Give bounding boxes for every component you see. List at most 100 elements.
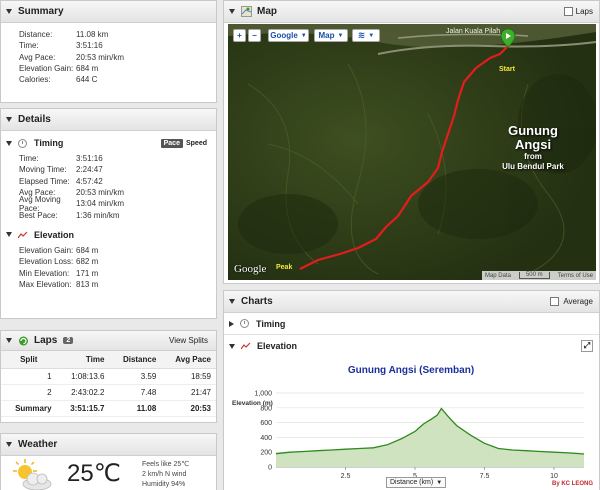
collapse-icon[interactable] xyxy=(6,442,12,447)
map-canvas[interactable]: + − Google ▼ Map ▼ ≋ ▼ Jalan Kuala Pilah… xyxy=(228,24,596,280)
charts-header[interactable]: Charts Average xyxy=(224,291,599,313)
zoom-out-button[interactable]: − xyxy=(248,29,261,42)
column-header[interactable]: Avg Pace xyxy=(161,351,216,369)
laps-checkbox-label: Laps xyxy=(575,7,593,16)
terms-link[interactable]: Terms of Use xyxy=(558,273,593,279)
average-toggle[interactable]: Average xyxy=(550,297,593,306)
laps-count-badge: 2 xyxy=(63,337,74,344)
map-data-link[interactable]: Map Data xyxy=(485,273,511,279)
map-scale: 500 m xyxy=(518,272,550,279)
expand-chart-icon[interactable]: ⤢ xyxy=(581,340,593,352)
collapse-icon[interactable] xyxy=(6,9,12,14)
summary-row: Distance: 11.08 km xyxy=(19,30,109,40)
y-tick-label: 600 xyxy=(260,420,272,427)
laps-header[interactable]: Laps 2 View Splits xyxy=(1,331,216,351)
collapse-icon[interactable] xyxy=(6,140,12,146)
table-cell: Summary xyxy=(1,400,57,417)
collapse-icon[interactable] xyxy=(229,9,235,14)
laps-toggle[interactable]: Laps xyxy=(563,7,593,16)
temperature-value: 25℃ xyxy=(67,460,121,487)
collapse-icon[interactable] xyxy=(229,343,235,349)
elevation-chart-row[interactable]: Elevation ⤢ xyxy=(224,335,599,357)
column-header[interactable]: Split xyxy=(1,351,57,369)
start-label: Start xyxy=(499,66,515,73)
charts-panel: Charts Average Timing Elevation ⤢ Gunung… xyxy=(223,290,600,490)
summary-row: Elevation Gain: 684 m xyxy=(19,64,99,74)
chart-title: Gunung Angsi (Seremban) xyxy=(348,365,474,376)
clock-icon xyxy=(18,138,27,148)
map-title: Map xyxy=(257,6,277,17)
pace-speed-toggle: Pace Speed xyxy=(160,138,210,148)
summary-row: Calories: 644 C xyxy=(19,75,98,85)
elevation-subheader[interactable]: Elevation xyxy=(1,227,216,243)
details-header[interactable]: Details xyxy=(1,109,216,131)
elevation-chart: Gunung Angsi (Seremban)02004006008001,00… xyxy=(232,365,585,480)
x-axis-select-label: Distance (km) xyxy=(390,479,434,486)
timing-row: Elapsed Time: 4:57:42 xyxy=(19,176,103,186)
laps-header-row: Split Time Distance Avg Pace xyxy=(1,351,216,369)
laps-icon xyxy=(19,336,28,345)
table-cell: 3:51:15.7 xyxy=(56,400,110,417)
chevron-down-icon: ▼ xyxy=(337,32,344,39)
map-header[interactable]: Map Laps xyxy=(224,1,599,23)
weather-details: Feels like 25℃ 2 km/h N wind Humidity 94… xyxy=(142,460,189,490)
weather-panel: Weather 25℃ Feels like 25℃ 2 km/h N wind… xyxy=(0,433,217,490)
average-checkbox[interactable] xyxy=(550,297,560,306)
elevation-row: Elevation Gain: 684 m xyxy=(19,245,99,255)
timing-subheader[interactable]: Timing Pace Speed xyxy=(1,135,216,151)
column-header[interactable]: Distance xyxy=(109,351,162,369)
table-cell: 2:43:02.2 xyxy=(56,384,110,401)
laps-panel: Laps 2 View Splits Split Time Distance A… xyxy=(0,330,217,423)
elevation-list: Elevation Gain: 684 m Elevation Loss: 682 … xyxy=(1,243,216,290)
map-type-dropdown[interactable]: Map ▼ xyxy=(314,29,348,42)
layers-icon: ≋ xyxy=(357,30,366,40)
timing-list: Time: 3:51:16 Moving Time: 2:24:47 Elapsed… xyxy=(1,151,216,221)
table-cell: 21:47 xyxy=(161,384,216,401)
chevron-down-icon: ▼ xyxy=(368,32,375,39)
collapse-icon[interactable] xyxy=(6,117,12,122)
map-layers-dropdown[interactable]: ≋ ▼ xyxy=(352,29,380,42)
laps-title: Laps xyxy=(34,335,58,346)
table-row[interactable]: 2 2:43:02.2 7.48 21:47 xyxy=(1,384,216,401)
peak-label: Peak xyxy=(276,264,293,271)
table-cell: 2 xyxy=(1,384,57,401)
map-provider-dropdown[interactable]: Google ▼ xyxy=(268,29,309,42)
start-marker-icon[interactable] xyxy=(500,28,516,48)
y-tick-label: 400 xyxy=(260,435,272,442)
summary-row: Avg Pace: 20:53 min/km xyxy=(19,52,125,62)
collapse-icon[interactable] xyxy=(6,338,12,343)
pace-toggle-button[interactable]: Pace xyxy=(160,138,183,148)
summary-row: Time: 3:51:16 xyxy=(19,41,103,51)
laps-checkbox[interactable] xyxy=(563,7,573,16)
table-cell: 20:53 xyxy=(161,400,216,417)
collapse-icon[interactable] xyxy=(229,299,235,304)
y-tick-label: 200 xyxy=(260,450,272,457)
speed-toggle-button[interactable]: Speed xyxy=(183,139,210,148)
timing-chart-row[interactable]: Timing xyxy=(224,313,599,335)
map-type-label: Map xyxy=(318,31,335,40)
laps-table: Split Time Distance Avg Pace 1 1:08:13.6… xyxy=(1,351,216,417)
expand-icon[interactable] xyxy=(229,320,234,327)
x-axis-select[interactable]: Distance (km) ▼ xyxy=(386,477,447,488)
timing-row: Time: 3:51:16 xyxy=(19,154,103,164)
table-cell: 11.08 xyxy=(109,400,162,417)
map-provider-label: Google xyxy=(270,31,298,40)
annotation-line: Angsi xyxy=(514,137,552,152)
column-header[interactable]: Time xyxy=(56,351,110,369)
table-cell: 7.48 xyxy=(109,384,162,401)
details-title: Details xyxy=(18,114,51,125)
elevation-title: Elevation xyxy=(34,229,75,240)
zoom-in-button[interactable]: + xyxy=(233,29,246,42)
collapse-icon[interactable] xyxy=(6,232,12,238)
table-cell: 1 xyxy=(1,368,57,385)
chevron-down-icon: ▼ xyxy=(436,479,443,486)
elevation-row: Max Elevation: 813 m xyxy=(19,279,99,289)
view-splits-link[interactable]: View Splits xyxy=(169,336,208,345)
weather-header[interactable]: Weather xyxy=(1,434,216,456)
charts-title: Charts xyxy=(241,296,273,307)
table-row[interactable]: 1 1:08:13.6 3.59 18:59 xyxy=(1,368,216,385)
table-cell: 1:08:13.6 xyxy=(56,368,110,385)
summary-header[interactable]: Summary xyxy=(1,1,216,23)
elevation-chart-label: Elevation xyxy=(257,341,298,351)
elevation-icon xyxy=(18,231,28,239)
